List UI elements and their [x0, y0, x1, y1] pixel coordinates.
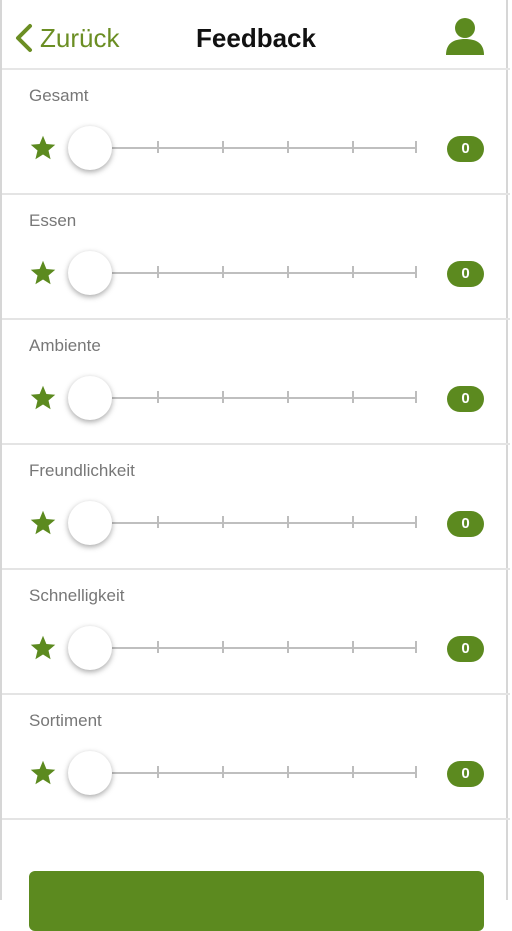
star-icon — [29, 634, 57, 662]
rating-slider[interactable] — [66, 625, 422, 671]
rating-slider[interactable] — [66, 250, 422, 296]
slider-tick — [352, 516, 354, 528]
slider-track — [90, 647, 416, 649]
rating-section: Sortiment 0 — [2, 695, 510, 820]
slider-tick — [222, 766, 224, 778]
slider-tick — [157, 516, 159, 528]
slider-track — [90, 522, 416, 524]
slider-tick — [415, 391, 417, 403]
slider-tick — [352, 641, 354, 653]
slider-thumb[interactable] — [68, 501, 112, 545]
slider-tick — [352, 266, 354, 278]
rating-section: Gesamt 0 — [2, 70, 510, 195]
slider-track — [90, 772, 416, 774]
slider-thumb[interactable] — [68, 751, 112, 795]
submit-button[interactable] — [29, 871, 484, 931]
slider-tick — [222, 641, 224, 653]
rating-slider[interactable] — [66, 375, 422, 421]
slider-tick — [415, 641, 417, 653]
rating-section: Schnelligkeit 0 — [2, 570, 510, 695]
rating-slider[interactable] — [66, 125, 422, 171]
rating-value-badge: 0 — [447, 636, 484, 662]
slider-tick — [157, 141, 159, 153]
slider-tick — [222, 141, 224, 153]
rating-section: Ambiente 0 — [2, 320, 510, 445]
rating-slider[interactable] — [66, 750, 422, 796]
rating-value-badge: 0 — [447, 761, 484, 787]
star-icon — [29, 259, 57, 287]
slider-tick — [287, 516, 289, 528]
slider-thumb[interactable] — [68, 376, 112, 420]
rating-value-badge: 0 — [447, 261, 484, 287]
slider-tick — [352, 391, 354, 403]
rating-value-badge: 0 — [447, 136, 484, 162]
slider-tick — [222, 266, 224, 278]
slider-thumb[interactable] — [68, 251, 112, 295]
slider-tick — [352, 766, 354, 778]
rating-label: Ambiente — [29, 336, 101, 355]
slider-tick — [222, 516, 224, 528]
star-icon — [29, 509, 57, 537]
header-bar: Zurück Feedback — [2, 0, 510, 70]
slider-tick — [157, 641, 159, 653]
star-icon — [29, 134, 57, 162]
star-icon — [29, 759, 57, 787]
page-title: Feedback — [196, 23, 316, 53]
slider-tick — [352, 141, 354, 153]
slider-track — [90, 147, 416, 149]
slider-thumb[interactable] — [68, 626, 112, 670]
slider-tick — [287, 266, 289, 278]
slider-tick — [415, 516, 417, 528]
slider-track — [90, 397, 416, 399]
rating-value-badge: 0 — [447, 511, 484, 537]
user-icon[interactable] — [444, 17, 486, 57]
rating-value-badge: 0 — [447, 386, 484, 412]
rating-label: Gesamt — [29, 86, 89, 105]
slider-tick — [157, 766, 159, 778]
rating-label: Freundlichkeit — [29, 461, 135, 480]
slider-tick — [415, 141, 417, 153]
slider-tick — [157, 391, 159, 403]
rating-label: Essen — [29, 211, 77, 230]
slider-tick — [222, 391, 224, 403]
slider-tick — [287, 141, 289, 153]
star-icon — [29, 384, 57, 412]
rating-slider[interactable] — [66, 500, 422, 546]
slider-tick — [415, 766, 417, 778]
app-frame: Zurück Feedback Gesamt 0 Essen 0 Ambiente 0 Fr… — [0, 0, 510, 931]
rating-label: Schnelligkeit — [29, 586, 125, 605]
slider-tick — [415, 266, 417, 278]
slider-tick — [287, 641, 289, 653]
slider-thumb[interactable] — [68, 126, 112, 170]
slider-track — [90, 272, 416, 274]
rating-section: Essen 0 — [2, 195, 510, 320]
rating-section: Freundlichkeit 0 — [2, 445, 510, 570]
slider-tick — [287, 766, 289, 778]
slider-tick — [157, 266, 159, 278]
rating-label: Sortiment — [29, 711, 102, 730]
slider-tick — [287, 391, 289, 403]
